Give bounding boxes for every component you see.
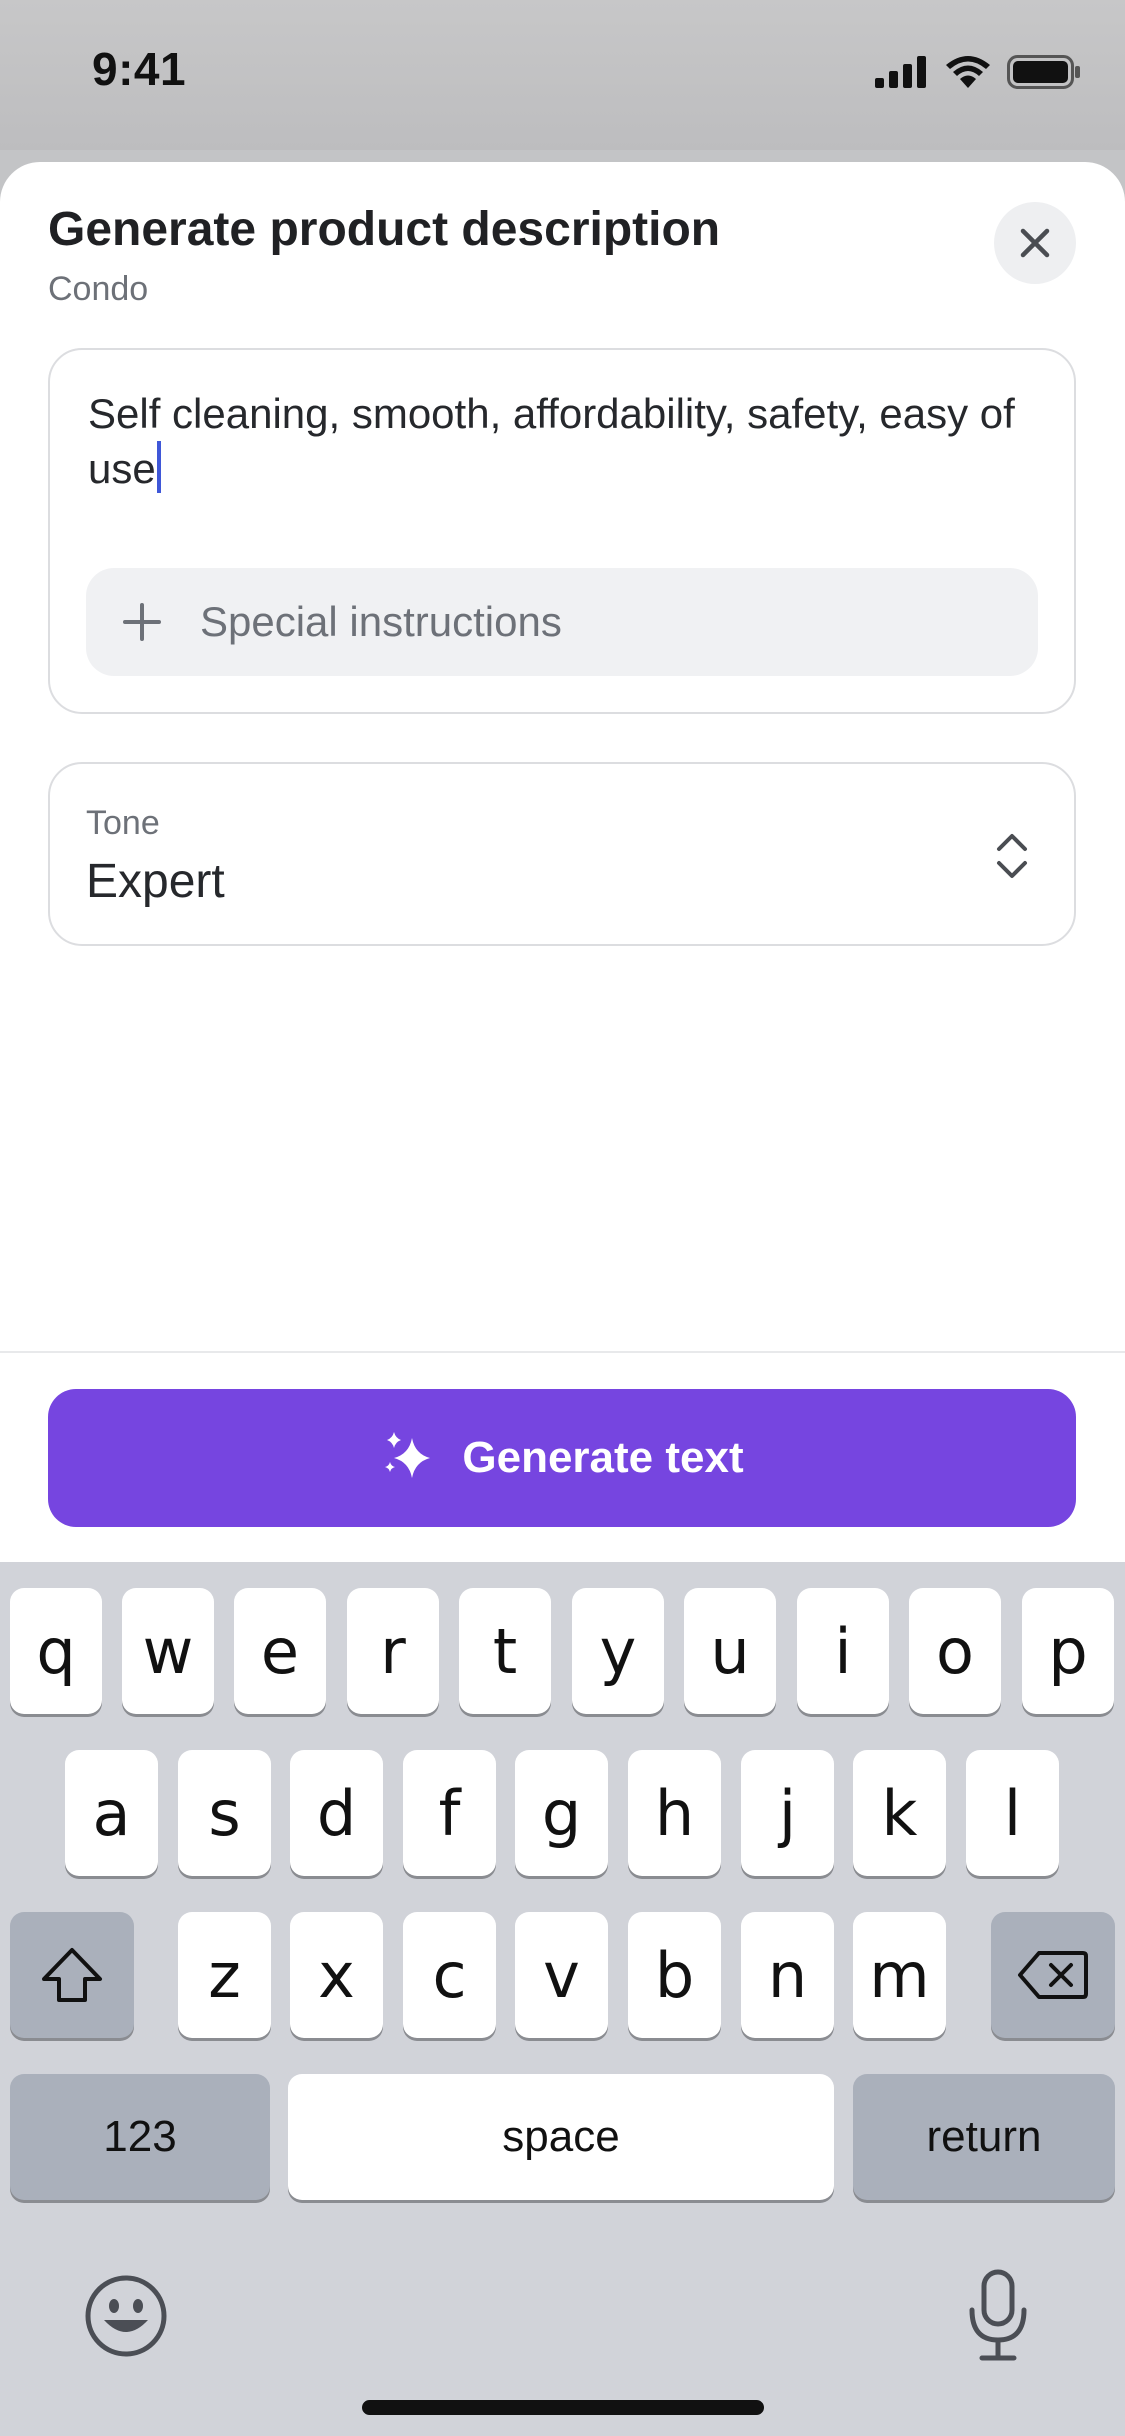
close-icon xyxy=(1020,228,1050,258)
key-p[interactable]: p xyxy=(1022,1588,1114,1714)
space-key[interactable]: space xyxy=(288,2074,834,2200)
numbers-key[interactable]: 123 xyxy=(10,2074,270,2200)
signal-icon xyxy=(875,56,926,88)
generate-sheet: Generate product description Condo Self … xyxy=(0,162,1125,1562)
key-n[interactable]: n xyxy=(741,1912,834,2038)
key-w[interactable]: w xyxy=(122,1588,214,1714)
key-r[interactable]: r xyxy=(347,1588,439,1714)
sheet-title: Generate product description xyxy=(48,203,721,256)
tone-value: Expert xyxy=(86,855,225,908)
key-d[interactable]: d xyxy=(290,1750,383,1876)
key-j[interactable]: j xyxy=(741,1750,834,1876)
key-b[interactable]: b xyxy=(628,1912,721,2038)
key-u[interactable]: u xyxy=(684,1588,776,1714)
generate-text-label: Generate text xyxy=(462,1433,744,1482)
tone-select[interactable]: Tone Expert xyxy=(48,762,1076,946)
wifi-icon xyxy=(946,56,990,88)
status-bar: 9:41 xyxy=(0,0,1125,150)
key-l[interactable]: l xyxy=(966,1750,1059,1876)
footer-divider xyxy=(0,1351,1125,1353)
chevron-updown-icon xyxy=(997,834,1027,878)
key-c[interactable]: c xyxy=(403,1912,496,2038)
keyboard: q w e r t y u i o p a s d f g h j k l z … xyxy=(0,1562,1125,2436)
home-indicator xyxy=(362,2400,764,2415)
key-z[interactable]: z xyxy=(178,1912,271,2038)
shift-key[interactable] xyxy=(10,1912,134,2038)
close-button[interactable] xyxy=(994,202,1076,284)
microphone-icon[interactable] xyxy=(966,2268,1030,2364)
backspace-icon xyxy=(1018,1951,1088,1999)
emoji-icon[interactable] xyxy=(84,2274,168,2358)
key-g[interactable]: g xyxy=(515,1750,608,1876)
key-e[interactable]: e xyxy=(234,1588,326,1714)
status-icons xyxy=(875,52,1081,92)
keywords-input-card[interactable]: Self cleaning, smooth, affordability, sa… xyxy=(48,348,1076,714)
plus-icon xyxy=(123,603,161,641)
keywords-input[interactable]: Self cleaning, smooth, affordability, sa… xyxy=(88,386,1048,496)
key-k[interactable]: k xyxy=(853,1750,946,1876)
sparkle-icon xyxy=(385,1432,431,1478)
tone-label: Tone xyxy=(86,804,160,842)
backspace-key[interactable] xyxy=(991,1912,1115,2038)
sheet-subtitle: Condo xyxy=(48,270,149,308)
key-f[interactable]: f xyxy=(403,1750,496,1876)
text-caret xyxy=(156,441,161,493)
key-q[interactable]: q xyxy=(10,1588,102,1714)
key-s[interactable]: s xyxy=(178,1750,271,1876)
key-m[interactable]: m xyxy=(853,1912,946,2038)
keywords-input-value: Self cleaning, smooth, affordability, sa… xyxy=(88,390,1015,492)
key-y[interactable]: y xyxy=(572,1588,664,1714)
key-x[interactable]: x xyxy=(290,1912,383,2038)
key-t[interactable]: t xyxy=(459,1588,551,1714)
shift-icon xyxy=(42,1948,102,2002)
key-v[interactable]: v xyxy=(515,1912,608,2038)
generate-text-button[interactable]: Generate text xyxy=(48,1389,1076,1527)
special-instructions-button[interactable]: Special instructions xyxy=(86,568,1038,676)
key-h[interactable]: h xyxy=(628,1750,721,1876)
special-instructions-label: Special instructions xyxy=(200,598,562,645)
status-time: 9:41 xyxy=(92,43,187,95)
return-key[interactable]: return xyxy=(853,2074,1115,2200)
battery-icon xyxy=(1007,55,1080,89)
key-i[interactable]: i xyxy=(797,1588,889,1714)
key-a[interactable]: a xyxy=(65,1750,158,1876)
key-o[interactable]: o xyxy=(909,1588,1001,1714)
